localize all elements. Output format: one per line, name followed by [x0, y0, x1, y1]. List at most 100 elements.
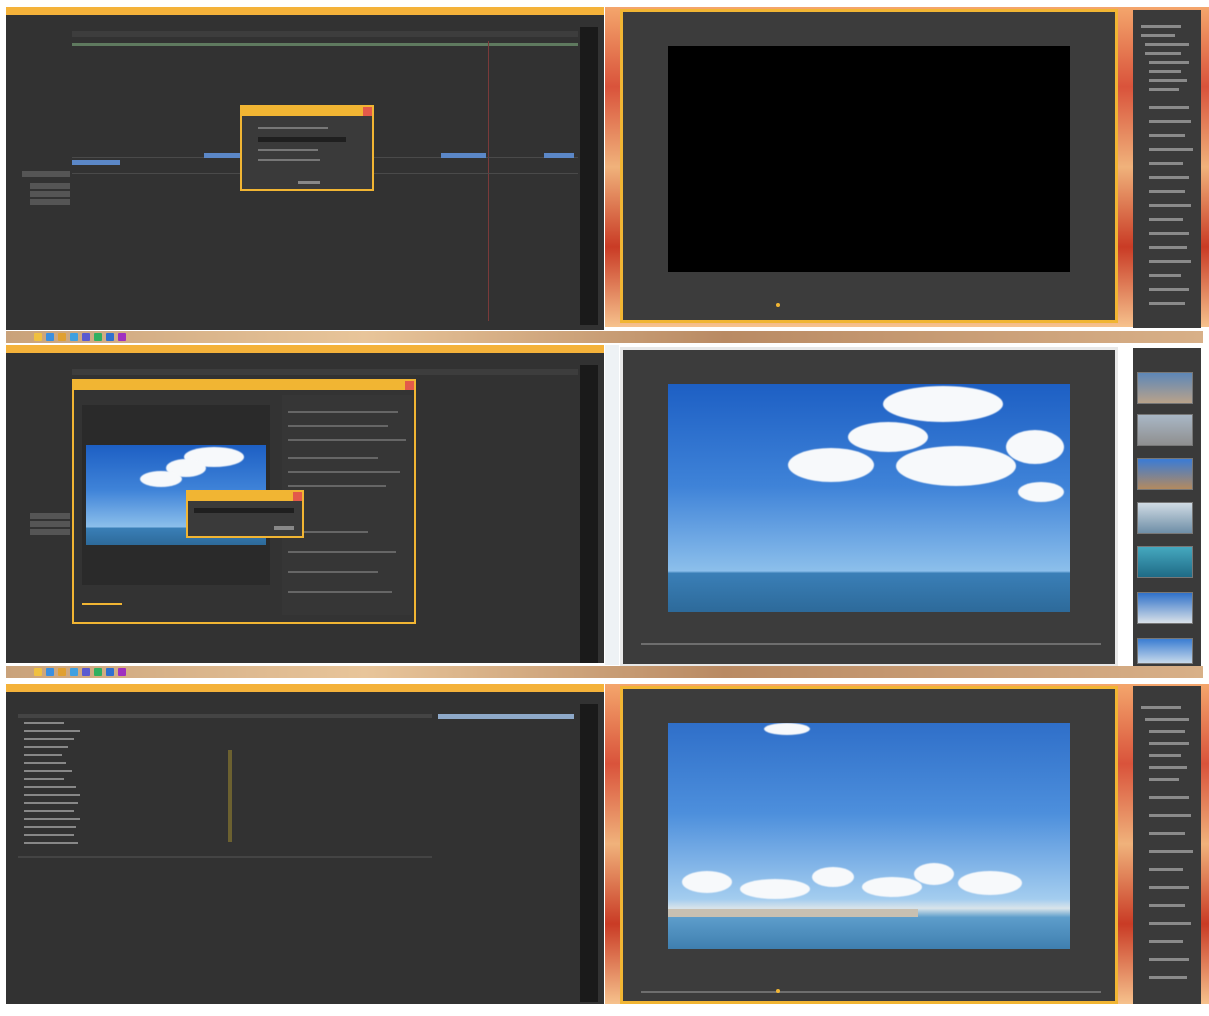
- tree-item[interactable]: [1149, 922, 1191, 925]
- thumbnail[interactable]: [1137, 592, 1193, 624]
- thumbnail[interactable]: [1137, 372, 1193, 404]
- tree-item[interactable]: [1149, 218, 1183, 221]
- left-titlebar-2[interactable]: [6, 345, 604, 353]
- setting-row[interactable]: [288, 471, 400, 473]
- media-icon[interactable]: [82, 668, 90, 676]
- list-row[interactable]: [24, 810, 74, 812]
- clip-3[interactable]: [441, 153, 486, 158]
- tree-item[interactable]: [1149, 754, 1181, 757]
- setting-row[interactable]: [288, 571, 378, 573]
- tree-item[interactable]: [1149, 148, 1193, 151]
- list-row[interactable]: [24, 746, 68, 748]
- tree-item[interactable]: [1149, 134, 1185, 137]
- tree-item[interactable]: [1145, 718, 1189, 721]
- photos-icon[interactable]: [106, 668, 114, 676]
- tree-item[interactable]: [1145, 43, 1189, 46]
- scrub-bar-2[interactable]: [641, 643, 1101, 645]
- tree-item[interactable]: [1149, 958, 1189, 961]
- thumbnail[interactable]: [1137, 414, 1193, 446]
- tree-item[interactable]: [1149, 232, 1189, 235]
- close-icon[interactable]: [363, 107, 372, 116]
- dialog-option-2[interactable]: [258, 149, 318, 151]
- tree-item[interactable]: [1149, 814, 1191, 817]
- tree-item[interactable]: [1149, 79, 1187, 82]
- list-row[interactable]: [24, 834, 74, 836]
- tree-item[interactable]: [1149, 162, 1183, 165]
- tree-item[interactable]: [1149, 176, 1189, 179]
- dialog-option-1[interactable]: [258, 127, 328, 129]
- setting-row[interactable]: [288, 425, 388, 427]
- ie-icon[interactable]: [46, 668, 54, 676]
- tree-item[interactable]: [1149, 106, 1189, 109]
- left-titlebar[interactable]: [6, 7, 604, 15]
- track-control-4[interactable]: [30, 199, 70, 205]
- track-control-1[interactable]: [22, 171, 70, 177]
- tree-item[interactable]: [1141, 34, 1175, 37]
- list-row[interactable]: [24, 842, 78, 844]
- tree-item[interactable]: [1149, 190, 1185, 193]
- scrub-knob-3[interactable]: [776, 989, 780, 993]
- save-prompt-button[interactable]: [274, 526, 294, 530]
- scrub-bar-3[interactable]: [641, 991, 1101, 993]
- thumbnail[interactable]: [1137, 458, 1193, 490]
- setting-row[interactable]: [288, 457, 378, 459]
- list-row[interactable]: [24, 762, 66, 764]
- thumbnail[interactable]: [1137, 638, 1193, 664]
- list-row[interactable]: [24, 730, 80, 732]
- tree-item[interactable]: [1149, 796, 1189, 799]
- tree-item[interactable]: [1149, 730, 1185, 733]
- right-scroll-area[interactable]: [580, 27, 598, 325]
- tree-item[interactable]: [1149, 274, 1181, 277]
- tree-item[interactable]: [1149, 886, 1189, 889]
- list-row[interactable]: [24, 738, 74, 740]
- setting-row[interactable]: [288, 551, 396, 553]
- tree-item[interactable]: [1149, 976, 1187, 979]
- list-row[interactable]: [24, 802, 78, 804]
- tree-item[interactable]: [1149, 61, 1189, 64]
- list-row[interactable]: [24, 770, 72, 772]
- clip-1[interactable]: [72, 160, 120, 165]
- tree-item[interactable]: [1149, 904, 1185, 907]
- tree-item[interactable]: [1149, 260, 1191, 263]
- right-scroll-area-3[interactable]: [580, 704, 598, 1002]
- list-row[interactable]: [24, 794, 80, 796]
- list-row[interactable]: [24, 722, 64, 724]
- app-icon[interactable]: [118, 668, 126, 676]
- close-icon[interactable]: [405, 381, 414, 390]
- close-icon[interactable]: [293, 492, 302, 501]
- tree-item[interactable]: [1149, 850, 1193, 853]
- list-row[interactable]: [24, 786, 76, 788]
- tree-item[interactable]: [1149, 288, 1189, 291]
- dialog-ok-button[interactable]: [298, 181, 320, 184]
- setting-row[interactable]: [288, 439, 406, 441]
- list-row[interactable]: [24, 754, 62, 756]
- selected-item[interactable]: [438, 714, 574, 719]
- tree-item[interactable]: [1149, 868, 1183, 871]
- settings-icon[interactable]: [94, 668, 102, 676]
- tree-item[interactable]: [1141, 25, 1181, 28]
- tree-item[interactable]: [1145, 52, 1181, 55]
- setting-row[interactable]: [288, 591, 392, 593]
- tree-item[interactable]: [1149, 88, 1179, 91]
- tree-item[interactable]: [1149, 204, 1191, 207]
- dialog-input[interactable]: [258, 137, 346, 142]
- tree-item[interactable]: [1149, 766, 1187, 769]
- tree-item[interactable]: [1149, 246, 1187, 249]
- thumbnail[interactable]: [1137, 502, 1193, 534]
- tree-item[interactable]: [1149, 940, 1183, 943]
- left-titlebar-3[interactable]: [6, 684, 604, 692]
- tree-item[interactable]: [1141, 706, 1181, 709]
- dialog-option-3[interactable]: [258, 159, 320, 161]
- list-row[interactable]: [24, 818, 80, 820]
- setting-row[interactable]: [288, 411, 398, 413]
- track-control-3[interactable]: [30, 191, 70, 197]
- scrub-knob-1[interactable]: [776, 303, 780, 307]
- tree-item[interactable]: [1149, 742, 1189, 745]
- clip-2[interactable]: [204, 153, 244, 158]
- thumbnail[interactable]: [1137, 546, 1193, 578]
- tree-item[interactable]: [1149, 832, 1185, 835]
- tree-item[interactable]: [1149, 778, 1179, 781]
- clip-4[interactable]: [544, 153, 574, 158]
- list-row[interactable]: [24, 778, 64, 780]
- track-control-7[interactable]: [30, 529, 70, 535]
